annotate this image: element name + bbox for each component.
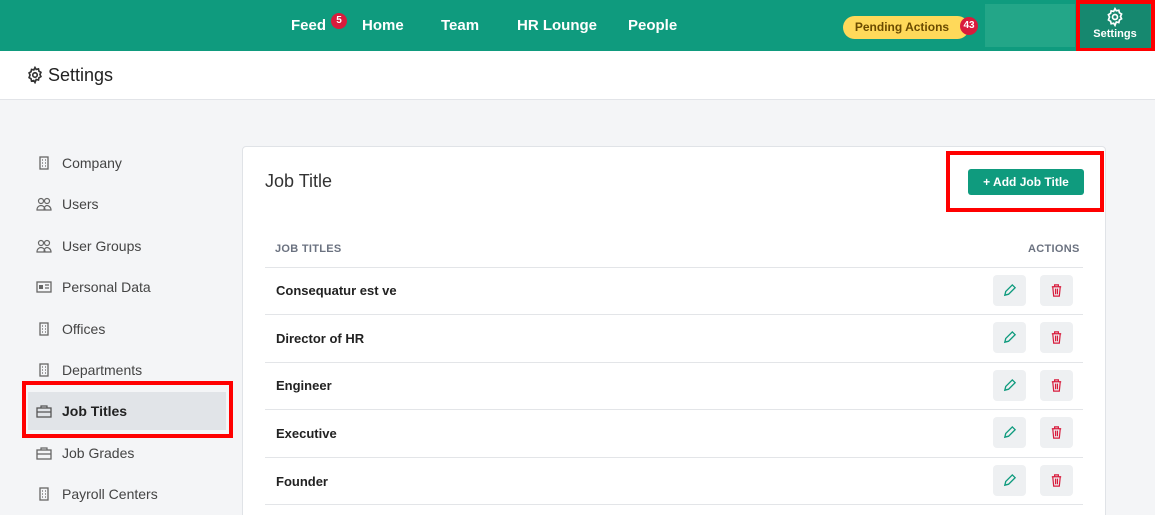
sidebar-item-label: Offices	[62, 321, 106, 337]
pencil-icon	[1003, 473, 1017, 487]
trash-icon	[1051, 331, 1062, 344]
sidebar-item-departments[interactable]: Departments	[28, 351, 226, 389]
edit-button[interactable]	[993, 465, 1026, 496]
sidebar-item-label: Users	[62, 196, 99, 212]
briefcase-icon	[36, 405, 52, 418]
pencil-icon	[1003, 425, 1017, 439]
sidebar-item-job-titles[interactable]: Job Titles	[28, 392, 226, 430]
row-divider	[265, 457, 1083, 458]
nav-hr-lounge[interactable]: HR Lounge	[517, 0, 597, 51]
delete-button[interactable]	[1040, 417, 1073, 448]
users-icon	[36, 197, 52, 211]
row-divider	[265, 409, 1083, 410]
sidebar-item-payroll-centers[interactable]: Payroll Centers	[28, 475, 226, 513]
nav-settings-label: Settings	[1093, 28, 1137, 40]
row-job-title: Engineer	[276, 378, 332, 393]
page-header: Settings	[0, 51, 1155, 100]
delete-button[interactable]	[1040, 370, 1073, 401]
sidebar-item-company[interactable]: Company	[28, 144, 226, 182]
sidebar-item-label: Personal Data	[62, 279, 151, 295]
nav-settings[interactable]: Settings	[1080, 3, 1150, 48]
building-icon	[39, 322, 49, 336]
delete-button[interactable]	[1040, 465, 1073, 496]
trash-icon	[1051, 426, 1062, 439]
row-job-title: Executive	[276, 426, 337, 441]
nav-people[interactable]: People	[628, 0, 677, 51]
sidebar-item-job-grades[interactable]: Job Grades	[28, 434, 226, 472]
gear-icon	[28, 66, 42, 84]
row-job-title: Director of HR	[276, 331, 365, 346]
sidebar-item-user-groups[interactable]: User Groups	[28, 227, 226, 265]
column-header-actions: ACTIONS	[1028, 243, 1080, 255]
building-icon	[39, 363, 49, 377]
row-divider	[265, 314, 1083, 315]
top-navbar: Feed 5 Home Team HR Lounge People Pendin…	[0, 0, 1155, 51]
edit-button[interactable]	[993, 417, 1026, 448]
users-icon	[36, 239, 52, 253]
building-icon	[39, 487, 49, 501]
row-job-title: Consequatur est ve	[276, 283, 397, 298]
pencil-icon	[1003, 283, 1017, 297]
column-header-job-titles: JOB TITLES	[275, 243, 342, 255]
page-title: Settings	[48, 65, 114, 85]
pending-actions-badge: 43	[960, 17, 978, 35]
nav-team[interactable]: Team	[441, 0, 479, 51]
table-divider	[265, 267, 1083, 268]
sidebar-item-offices[interactable]: Offices	[28, 310, 226, 348]
card-title: Job Title	[265, 171, 333, 191]
trash-icon	[1051, 379, 1062, 392]
pending-actions-button[interactable]: Pending Actions	[843, 16, 969, 39]
edit-button[interactable]	[993, 322, 1026, 353]
nav-blank-area	[985, 4, 1075, 47]
sidebar-item-label: User Groups	[62, 238, 142, 254]
gear-icon	[1107, 7, 1123, 27]
row-job-title: Founder	[276, 474, 328, 489]
edit-button[interactable]	[993, 275, 1026, 306]
delete-button[interactable]	[1040, 322, 1073, 353]
briefcase-icon	[36, 447, 52, 460]
sidebar-item-label: Departments	[62, 362, 143, 378]
sidebar-item-personal-data[interactable]: Personal Data	[28, 268, 226, 306]
trash-icon	[1051, 284, 1062, 297]
trash-icon	[1051, 474, 1062, 487]
sidebar-item-label: Payroll Centers	[62, 486, 158, 502]
job-title-card: Job Title + Add Job Title JOB TITLES ACT…	[242, 146, 1106, 515]
building-icon	[39, 156, 49, 170]
nav-feed[interactable]: Feed	[291, 0, 326, 51]
sidebar-item-users[interactable]: Users	[28, 185, 226, 223]
add-job-title-button[interactable]: + Add Job Title	[968, 169, 1084, 195]
row-divider	[265, 504, 1083, 505]
sidebar-item-label: Job Titles	[62, 403, 128, 419]
sidebar-item-label: Job Grades	[62, 445, 135, 461]
pencil-icon	[1003, 330, 1017, 344]
feed-badge: 5	[331, 13, 347, 29]
delete-button[interactable]	[1040, 275, 1073, 306]
pencil-icon	[1003, 378, 1017, 392]
edit-button[interactable]	[993, 370, 1026, 401]
nav-home[interactable]: Home	[362, 0, 404, 51]
row-divider	[265, 362, 1083, 363]
id-card-icon	[36, 281, 52, 293]
sidebar-item-label: Company	[62, 155, 122, 171]
